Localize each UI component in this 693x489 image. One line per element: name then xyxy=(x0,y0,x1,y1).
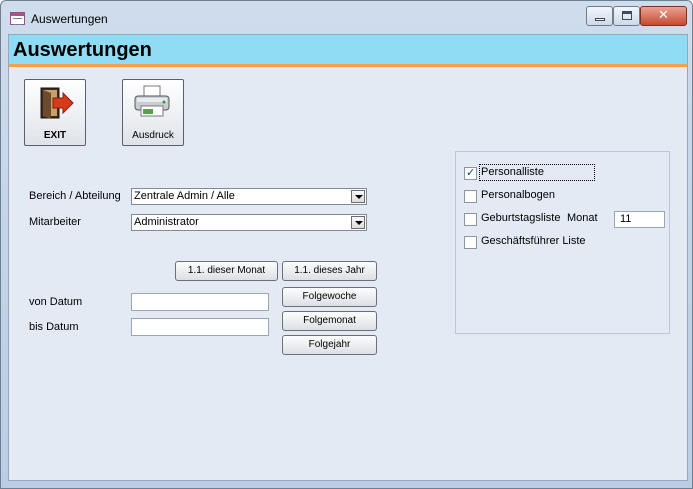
form-header: Auswertungen xyxy=(9,35,687,67)
close-icon: ✕ xyxy=(658,8,669,23)
bis-datum-field[interactable] xyxy=(131,318,269,336)
next-week-button[interactable]: Folgewoche xyxy=(282,287,377,307)
window-title: Auswertungen xyxy=(31,12,108,26)
print-button[interactable]: Ausdruck xyxy=(122,79,184,146)
maximize-icon xyxy=(622,11,632,20)
maximize-button[interactable] xyxy=(613,6,640,26)
monat-value: 11 xyxy=(620,213,632,225)
minimize-icon xyxy=(595,18,605,21)
personalliste-label[interactable]: Personalliste xyxy=(481,166,544,178)
personalliste-checkbox[interactable]: ✓ xyxy=(464,166,477,180)
close-button[interactable]: ✕ xyxy=(640,6,687,26)
mitarbeiter-label: Mitarbeiter xyxy=(29,216,81,228)
this-year-button[interactable]: 1.1. dieses Jahr xyxy=(282,261,377,281)
minimize-button[interactable] xyxy=(586,6,613,26)
exit-button[interactable]: EXIT xyxy=(24,79,86,146)
mitarbeiter-value: Administrator xyxy=(134,216,199,228)
bereich-combobox[interactable]: Zentrale Admin / Alle xyxy=(131,188,367,205)
chevron-down-icon[interactable] xyxy=(351,216,365,229)
personalbogen-checkbox[interactable] xyxy=(464,190,477,203)
chevron-down-icon[interactable] xyxy=(351,190,365,203)
bis-datum-label: bis Datum xyxy=(29,321,79,333)
bereich-value: Zentrale Admin / Alle xyxy=(134,190,235,202)
personalbogen-label[interactable]: Personalbogen xyxy=(481,189,555,201)
exit-button-label: EXIT xyxy=(43,130,67,141)
geburtstagsliste-checkbox[interactable] xyxy=(464,213,477,226)
von-datum-field[interactable] xyxy=(131,293,269,311)
this-month-button[interactable]: 1.1. dieser Monat xyxy=(175,261,278,281)
next-month-button[interactable]: Folgemonat xyxy=(282,311,377,331)
title-bar[interactable]: Auswertungen ✕ xyxy=(1,1,692,34)
geschaeftsfuehrer-label[interactable]: Geschäftsführer Liste xyxy=(481,235,586,247)
page-title: Auswertungen xyxy=(13,39,152,61)
print-button-label: Ausdruck xyxy=(132,130,174,141)
exit-door-icon xyxy=(40,87,74,119)
geschaeftsfuehrer-checkbox[interactable] xyxy=(464,236,477,249)
von-datum-label: von Datum xyxy=(29,296,83,308)
report-options-panel: ✓ Personalliste Personalbogen Geburtstag… xyxy=(455,151,670,334)
next-year-button[interactable]: Folgejahr xyxy=(282,335,377,355)
monat-label: Monat xyxy=(567,212,598,224)
monat-field[interactable]: 11 xyxy=(614,211,665,228)
form-client-area: Auswertungen EXIT Ausdruck Bereich / Abt… xyxy=(8,34,688,481)
geburtstagsliste-label[interactable]: Geburtstagsliste xyxy=(481,212,560,224)
app-window: Auswertungen ✕ Auswertungen EXIT Ausdruc… xyxy=(0,0,693,489)
checkmark-icon: ✓ xyxy=(466,166,476,179)
bereich-label: Bereich / Abteilung xyxy=(29,190,121,202)
form-icon xyxy=(10,12,25,25)
mitarbeiter-combobox[interactable]: Administrator xyxy=(131,214,367,231)
printer-icon xyxy=(134,85,170,117)
